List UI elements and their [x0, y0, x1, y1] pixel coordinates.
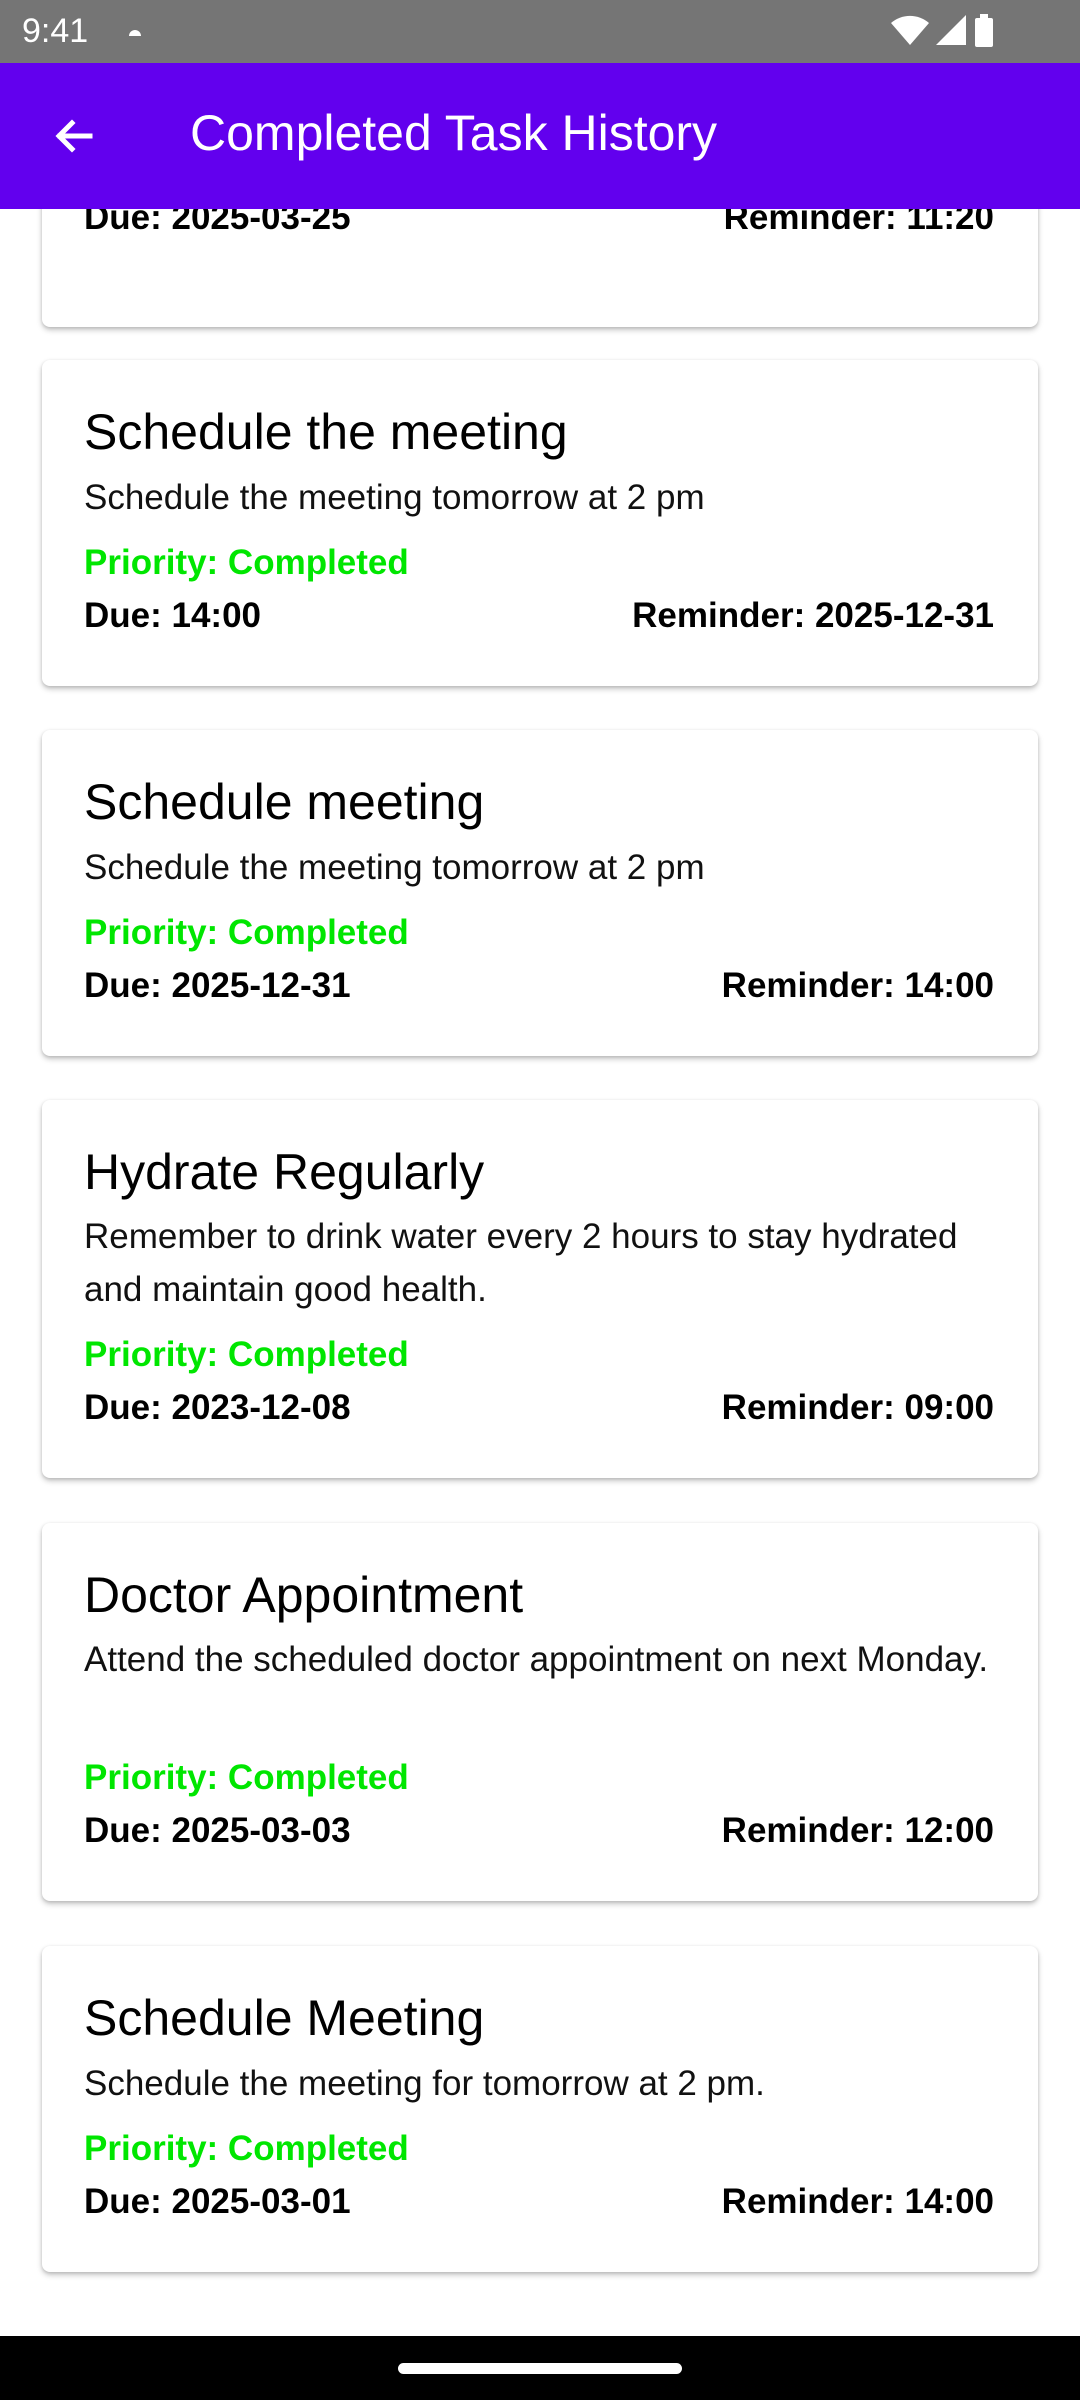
task-card[interactable]: Doctor Appointment Attend the scheduled … [42, 1523, 1038, 1901]
task-reminder: Reminder: 14:00 [721, 966, 994, 1005]
back-button[interactable] [30, 98, 118, 174]
task-due: Due: 2025-03-25 [84, 209, 351, 237]
task-due: Due: 2025-03-01 [84, 2182, 351, 2221]
task-description: Schedule the meeting tomorrow at 2 pm [84, 848, 705, 887]
notification-dot-icon [129, 30, 141, 36]
task-history-list[interactable]: Due: 2025-03-25 Reminder: 11:20 Schedule… [0, 209, 1080, 2292]
task-card[interactable]: Hydrate Regularly Remember to drink wate… [42, 1100, 1038, 1478]
task-card[interactable]: Schedule Meeting Schedule the meeting fo… [42, 1946, 1038, 2272]
task-card[interactable]: Schedule the meeting Schedule the meetin… [42, 360, 1038, 686]
status-bar: 9:41 [0, 0, 1080, 63]
task-reminder: Reminder: 12:00 [721, 1811, 994, 1850]
task-priority: Priority: Completed [84, 2129, 409, 2168]
home-handle[interactable] [398, 2363, 682, 2374]
app-bar: Completed Task History [0, 63, 1080, 209]
task-description: Schedule the meeting for tomorrow at 2 p… [84, 2064, 765, 2103]
task-title: Doctor Appointment [84, 1567, 524, 1623]
task-due: Due: 2025-12-31 [84, 966, 351, 1005]
task-card[interactable]: Schedule meeting Schedule the meeting to… [42, 730, 1038, 1056]
task-title: Schedule Meeting [84, 1990, 485, 2046]
task-due: Due: 2023-12-08 [84, 1388, 351, 1427]
task-card-partial[interactable]: Due: 2025-03-25 Reminder: 11:20 [42, 209, 1038, 327]
task-priority: Priority: Completed [84, 1758, 409, 1797]
battery-icon [975, 14, 993, 47]
task-title: Hydrate Regularly [84, 1144, 485, 1200]
navigation-bar [0, 2336, 1080, 2400]
task-priority: Priority: Completed [84, 913, 409, 952]
task-reminder: Reminder: 11:20 [723, 209, 994, 237]
task-title: Schedule the meeting [84, 404, 568, 460]
task-description: Attend the scheduled doctor appointment … [84, 1640, 989, 1679]
task-due: Due: 2025-03-03 [84, 1811, 351, 1850]
status-time: 9:41 [22, 12, 89, 50]
signal-icon [936, 15, 966, 45]
arrow-left-icon [55, 119, 93, 153]
task-description: Remember to drink water every 2 hours to… [84, 1217, 958, 1309]
task-reminder: Reminder: 2025-12-31 [632, 596, 994, 635]
task-reminder: Reminder: 09:00 [721, 1388, 994, 1427]
task-description: Schedule the meeting tomorrow at 2 pm [84, 478, 705, 517]
wifi-icon [891, 15, 929, 45]
task-priority: Priority: Completed [84, 543, 409, 582]
task-due: Due: 14:00 [84, 596, 262, 635]
task-priority: Priority: Completed [84, 1335, 409, 1374]
task-title: Schedule meeting [84, 774, 485, 830]
task-reminder: Reminder: 14:00 [721, 2182, 994, 2221]
page-title: Completed Task History [190, 105, 718, 161]
